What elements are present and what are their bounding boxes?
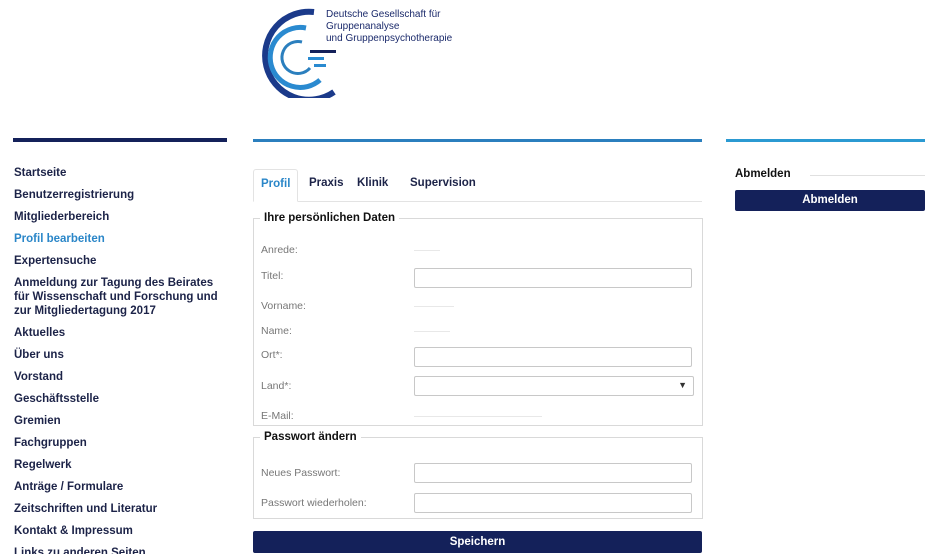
content-divider (253, 139, 702, 142)
org-name-line-1: Deutsche Gesellschaft für (326, 9, 441, 20)
logout-button[interactable]: Abmelden (735, 190, 925, 211)
anrede-label: Anrede: (261, 244, 298, 256)
sidebar-item-vorstand[interactable]: Vorstand (14, 370, 229, 384)
sidebar-item-gremien[interactable]: Gremien (14, 414, 229, 428)
chevron-down-icon: ▼ (678, 380, 687, 390)
tab-supervision[interactable]: Supervision (410, 169, 476, 200)
sidebar-item-tagung-anmeldung[interactable]: Anmeldung zur Tagung des Beirates für Wi… (14, 276, 229, 318)
personal-data-legend: Ihre persönlichen Daten (264, 212, 396, 224)
sidebar-item-regelwerk[interactable]: Regelwerk (14, 458, 229, 472)
land-label: Land*: (261, 380, 292, 392)
repeat-password-label: Passwort wiederholen: (261, 497, 367, 509)
ort-label: Ort*: (261, 349, 283, 361)
name-label: Name: (261, 325, 292, 337)
sidebar-item-aktuelles[interactable]: Aktuelles (14, 326, 229, 340)
sidebar-item-ueber-uns[interactable]: Über uns (14, 348, 229, 362)
titel-input[interactable] (414, 268, 692, 288)
sidebar-item-links[interactable]: Links zu anderen Seiten (14, 546, 229, 554)
save-button[interactable]: Speichern (253, 531, 702, 553)
tab-klinik[interactable]: Klinik (357, 169, 388, 200)
tab-praxis[interactable]: Praxis (309, 169, 344, 200)
sidebar-item-profil-bearbeiten[interactable]: Profil bearbeiten (14, 232, 229, 246)
aside-divider (726, 139, 925, 142)
password-section: Passwort ändern Neues Passwort: Passwort… (253, 431, 703, 519)
repeat-password-input[interactable] (414, 493, 692, 513)
sidebar-divider (13, 138, 227, 142)
titel-label: Titel: (261, 270, 284, 282)
password-legend: Passwort ändern (264, 431, 357, 443)
sidebar-item-expertensuche[interactable]: Expertensuche (14, 254, 229, 268)
email-label: E-Mail: (261, 410, 294, 422)
vorname-value (414, 306, 454, 307)
personal-data-section: Ihre persönlichen Daten Anrede: Titel: V… (253, 212, 703, 426)
ort-input[interactable] (414, 347, 692, 367)
sidebar-item-benutzerregistrierung[interactable]: Benutzerregistrierung (14, 188, 229, 202)
logout-heading: Abmelden (735, 168, 791, 180)
sidebar-item-antraege-formulare[interactable]: Anträge / Formulare (14, 480, 229, 494)
org-name-line-3: und Gruppenpsychotherapie (326, 33, 453, 44)
sidebar-item-geschaeftsstelle[interactable]: Geschäftsstelle (14, 392, 229, 406)
logout-heading-line (810, 175, 925, 176)
organization-name: Deutsche Gesellschaft für Gruppenanalyse… (326, 9, 452, 45)
name-value (414, 331, 450, 332)
vorname-label: Vorname: (261, 300, 306, 312)
sidebar-nav: Startseite Benutzerregistrierung Mitglie… (14, 166, 229, 554)
org-name-line-2: Gruppenanalyse (326, 21, 400, 32)
email-value (414, 416, 542, 417)
new-password-label: Neues Passwort: (261, 467, 341, 479)
anrede-value (414, 250, 440, 251)
sidebar-item-zeitschriften-literatur[interactable]: Zeitschriften und Literatur (14, 502, 229, 516)
sidebar-item-startseite[interactable]: Startseite (14, 166, 229, 180)
sidebar-item-mitgliederbereich[interactable]: Mitgliederbereich (14, 210, 229, 224)
land-select[interactable]: ▼ (414, 376, 694, 396)
tab-profil[interactable]: Profil (253, 169, 299, 202)
sidebar-item-fachgruppen[interactable]: Fachgruppen (14, 436, 229, 450)
new-password-input[interactable] (414, 463, 692, 483)
profile-tabs: Profil Praxis Klinik Supervision (253, 169, 702, 202)
sidebar-item-kontakt-impressum[interactable]: Kontakt & Impressum (14, 524, 229, 538)
